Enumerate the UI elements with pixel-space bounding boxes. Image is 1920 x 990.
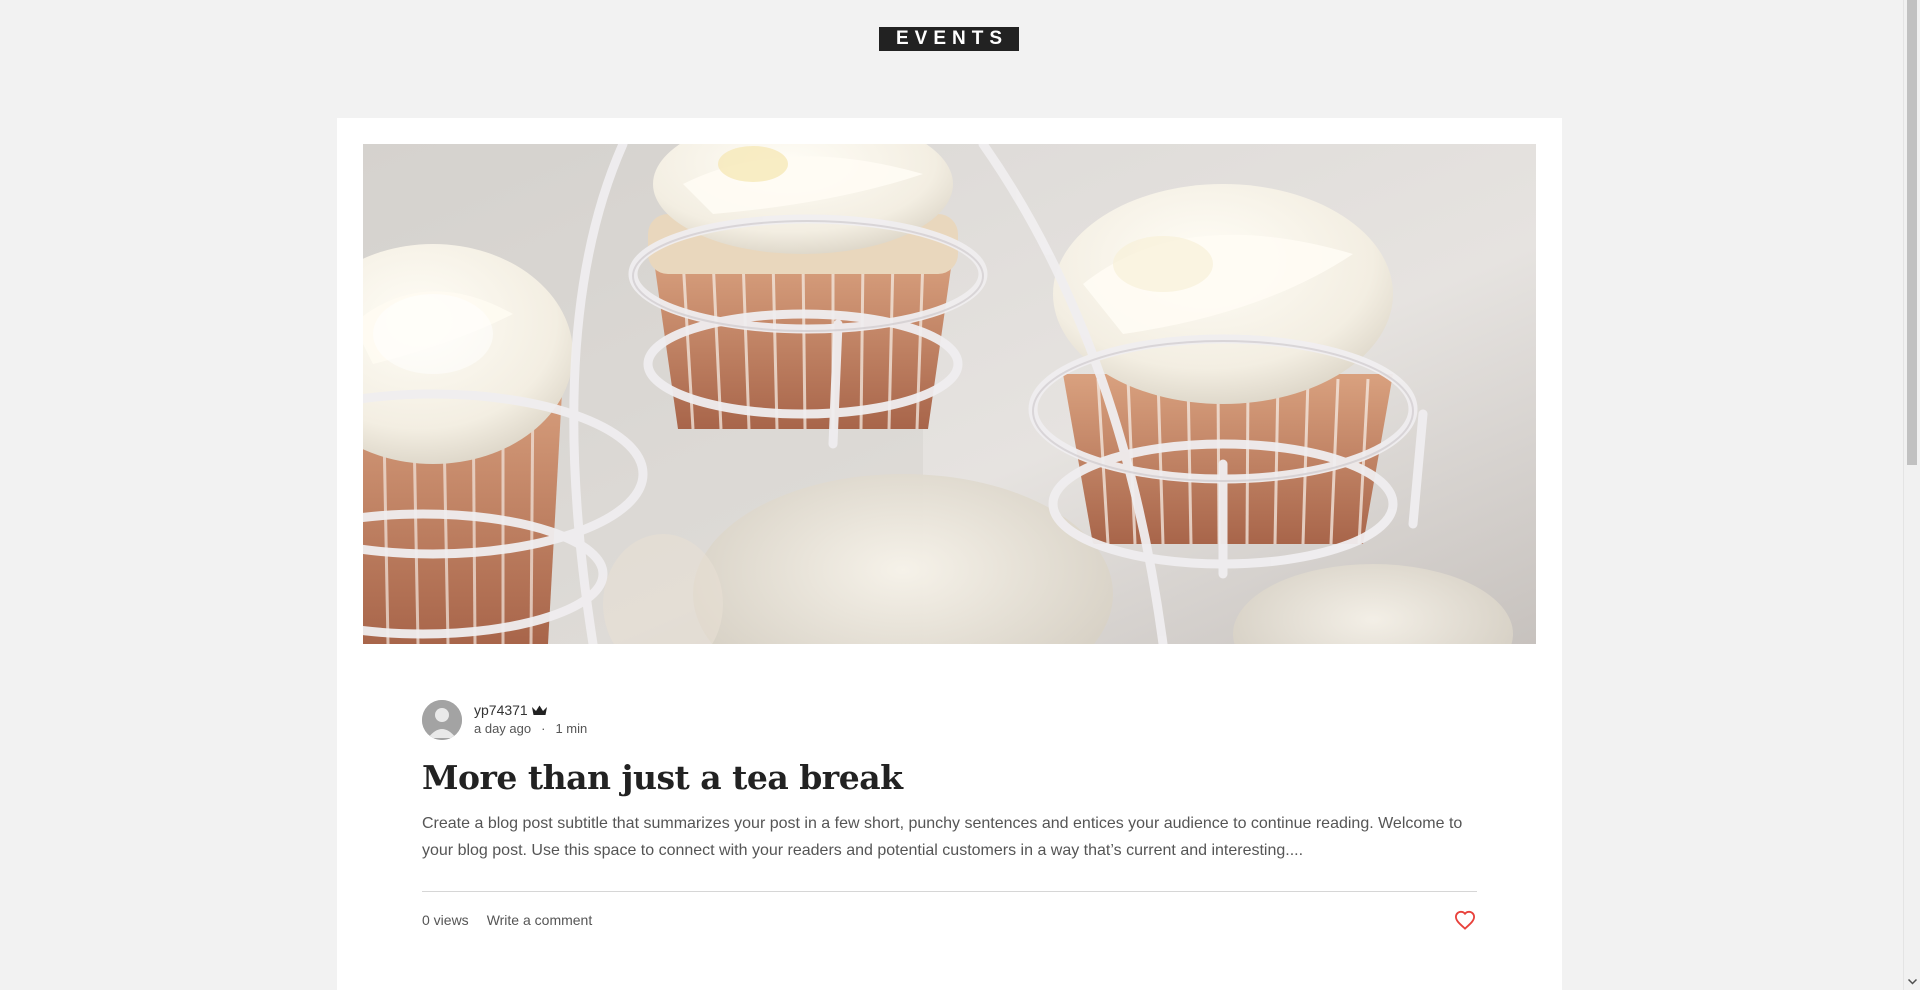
post-footer: 0 views Write a comment xyxy=(422,908,1477,932)
site-logo[interactable]: EVENTS xyxy=(879,27,1019,51)
heart-icon xyxy=(1454,910,1476,930)
hero-image[interactable] xyxy=(363,144,1536,644)
meta-separator: · xyxy=(541,721,546,736)
post-date: a day ago xyxy=(474,721,532,736)
author-name[interactable]: yp74371 xyxy=(474,701,528,719)
write-comment-link[interactable]: Write a comment xyxy=(487,912,593,928)
page: EVENTS yp74371 a day ago · 1 min More th… xyxy=(0,0,1920,990)
post-title[interactable]: More than just a tea break xyxy=(422,756,903,800)
scroll-down-arrow-icon[interactable] xyxy=(1904,974,1920,990)
footer-divider xyxy=(422,891,1477,892)
post-author-row: yp74371 a day ago · 1 min xyxy=(422,698,587,742)
views-count: 0 views xyxy=(422,912,469,928)
author-meta: yp74371 a day ago · 1 min xyxy=(474,701,587,739)
post-excerpt[interactable]: Create a blog post subtitle that summari… xyxy=(422,810,1482,864)
vertical-scrollbar[interactable] xyxy=(1903,0,1920,990)
post-meta: a day ago · 1 min xyxy=(474,719,587,739)
user-avatar-icon[interactable] xyxy=(422,700,462,740)
blog-post-card[interactable]: yp74371 a day ago · 1 min More than just… xyxy=(337,118,1562,990)
crown-icon xyxy=(531,705,547,715)
like-button[interactable] xyxy=(1453,909,1477,931)
scrollbar-thumb[interactable] xyxy=(1907,0,1917,465)
author-name-line: yp74371 xyxy=(474,701,587,719)
read-time: 1 min xyxy=(555,721,588,736)
